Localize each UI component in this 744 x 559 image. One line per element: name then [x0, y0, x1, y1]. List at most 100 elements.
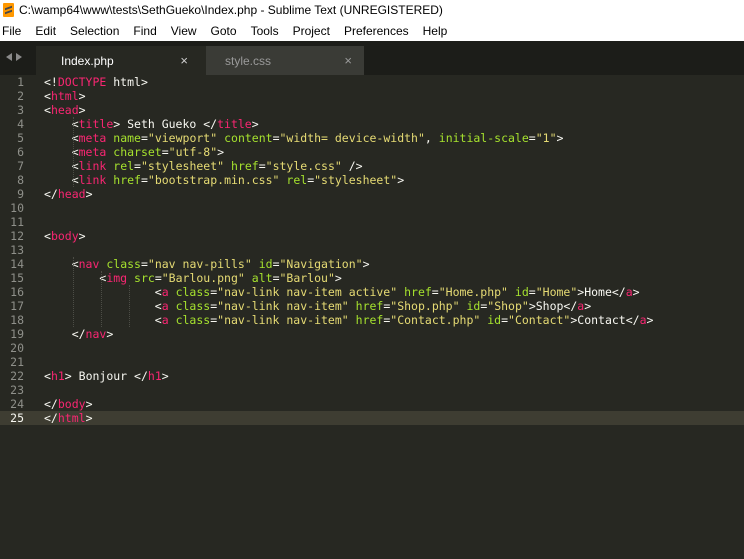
code-editor[interactable]: 1 2 3 4 5 6 7 8 9 10 11 12 13 14 15 16 17 18 19 20 21 22 23 24 2…	[0, 75, 744, 559]
code-line[interactable]: <nav class="nav nav-pills" id="Navigatio…	[44, 257, 370, 271]
close-icon[interactable]: ×	[180, 53, 188, 68]
code-token: href	[231, 159, 259, 173]
code-token: rel	[286, 173, 308, 187]
code-line[interactable]: <a class="nav-link nav-item active" href…	[44, 285, 640, 299]
code-token: <	[44, 229, 51, 243]
code-token: <	[44, 369, 51, 383]
line-number: 19	[10, 327, 24, 341]
code-token: <	[44, 299, 162, 313]
code-token: "Shop"	[487, 299, 529, 313]
code-line[interactable]: </html>	[44, 411, 93, 425]
indent-guide	[101, 271, 102, 327]
code-token: </	[44, 411, 58, 425]
menu-tools[interactable]: Tools	[251, 24, 279, 38]
tab-label: style.css	[225, 54, 272, 68]
code-token: html	[50, 89, 79, 103]
code-token: >	[85, 187, 93, 201]
code-token: >	[78, 103, 86, 117]
menu-selection[interactable]: Selection	[70, 24, 119, 38]
line-number-gutter: 1 2 3 4 5 6 7 8 9 10 11 12 13 14 15 16 17 18 19 20 21 22 23 24 2…	[0, 75, 30, 559]
code-token: >Shop</	[528, 299, 578, 313]
code-line[interactable]: <title> Seth Gueko </title>	[44, 117, 259, 131]
code-token: meta	[78, 131, 107, 145]
code-token: "1"	[535, 131, 557, 145]
close-icon[interactable]: ×	[344, 53, 352, 68]
code-token: =	[272, 271, 280, 285]
code-token: </	[44, 187, 58, 201]
code-token: src	[134, 271, 155, 285]
line-number: 8	[17, 173, 24, 187]
tab-scroll-left-icon[interactable]	[6, 53, 12, 61]
code-token: id	[514, 285, 529, 299]
code-line[interactable]: </body>	[44, 397, 93, 411]
code-token: </	[44, 397, 58, 411]
menu-preferences[interactable]: Preferences	[344, 24, 409, 38]
line-number: 13	[10, 243, 24, 257]
code-line[interactable]: <meta name="viewport" content="width= de…	[44, 131, 564, 145]
line-number: 24	[10, 397, 24, 411]
code-token: <	[44, 103, 51, 117]
code-line[interactable]: <link rel="stylesheet" href="style.css" …	[44, 159, 363, 173]
tab-index-php[interactable]: Index.php ×	[36, 46, 206, 75]
code-token: class	[175, 285, 211, 299]
line-number: 3	[17, 103, 24, 117]
code-line[interactable]: </head>	[44, 187, 93, 201]
menu-project[interactable]: Project	[293, 24, 330, 38]
code-token: href	[113, 173, 141, 187]
code-token: html>	[106, 75, 148, 89]
code-token: >Contact</	[570, 313, 640, 327]
code-line[interactable]: <h1> Bonjour </h1>	[44, 369, 169, 383]
code-token: <	[44, 271, 107, 285]
tab-style-css[interactable]: style.css ×	[206, 46, 364, 75]
line-number: 20	[10, 341, 24, 355]
code-line[interactable]: <!DOCTYPE html>	[44, 75, 148, 89]
menu-help[interactable]: Help	[423, 24, 448, 38]
code-token: =	[431, 285, 439, 299]
code-token: "width= device-width"	[279, 131, 425, 145]
menu-view[interactable]: View	[171, 24, 197, 38]
code-token: =	[528, 131, 536, 145]
code-token: "Shop.php"	[390, 299, 460, 313]
code-line[interactable]: <html>	[44, 89, 86, 103]
code-line[interactable]: <link href="bootstrap.min.css" rel="styl…	[44, 173, 404, 187]
code-token: >	[85, 411, 93, 425]
menu-bar: File Edit Selection Find View Goto Tools…	[0, 20, 744, 41]
code-token: a	[625, 285, 633, 299]
tab-scroll-right-icon[interactable]	[16, 53, 22, 61]
code-token: "Barlou"	[279, 271, 335, 285]
code-line[interactable]: <head>	[44, 103, 86, 117]
code-token: "nav nav-pills"	[147, 257, 252, 271]
code-token: ,	[424, 131, 439, 145]
code-token: > Bonjour </	[64, 369, 148, 383]
code-token: =	[528, 285, 536, 299]
code-line[interactable]: <body>	[44, 229, 86, 243]
code-token: title	[78, 117, 114, 131]
menu-goto[interactable]: Goto	[211, 24, 237, 38]
code-token: >	[251, 117, 259, 131]
code-line[interactable]: <a class="nav-link nav-item" href="Conta…	[44, 313, 654, 327]
menu-edit[interactable]: Edit	[35, 24, 56, 38]
menu-file[interactable]: File	[2, 24, 21, 38]
code-token: > Seth Gueko </	[113, 117, 218, 131]
code-token: head	[57, 187, 86, 201]
code-line[interactable]: </nav>	[44, 327, 114, 341]
menu-find[interactable]: Find	[133, 24, 156, 38]
code-token: "nav-link nav-item"	[217, 299, 349, 313]
code-token: >	[584, 299, 592, 313]
code-line[interactable]: <img src="Barlou.png" alt="Barlou">	[44, 271, 341, 285]
code-line[interactable]: <a class="nav-link nav-item" href="Shop.…	[44, 299, 591, 313]
line-number: 25	[10, 411, 24, 425]
code-token: alt	[251, 271, 273, 285]
code-token: img	[106, 271, 128, 285]
line-number: 4	[17, 117, 24, 131]
code-token: =	[140, 131, 148, 145]
line-number: 22	[10, 369, 24, 383]
code-token: meta	[78, 145, 107, 159]
code-line[interactable]: <meta charset="utf-8">	[44, 145, 224, 159]
